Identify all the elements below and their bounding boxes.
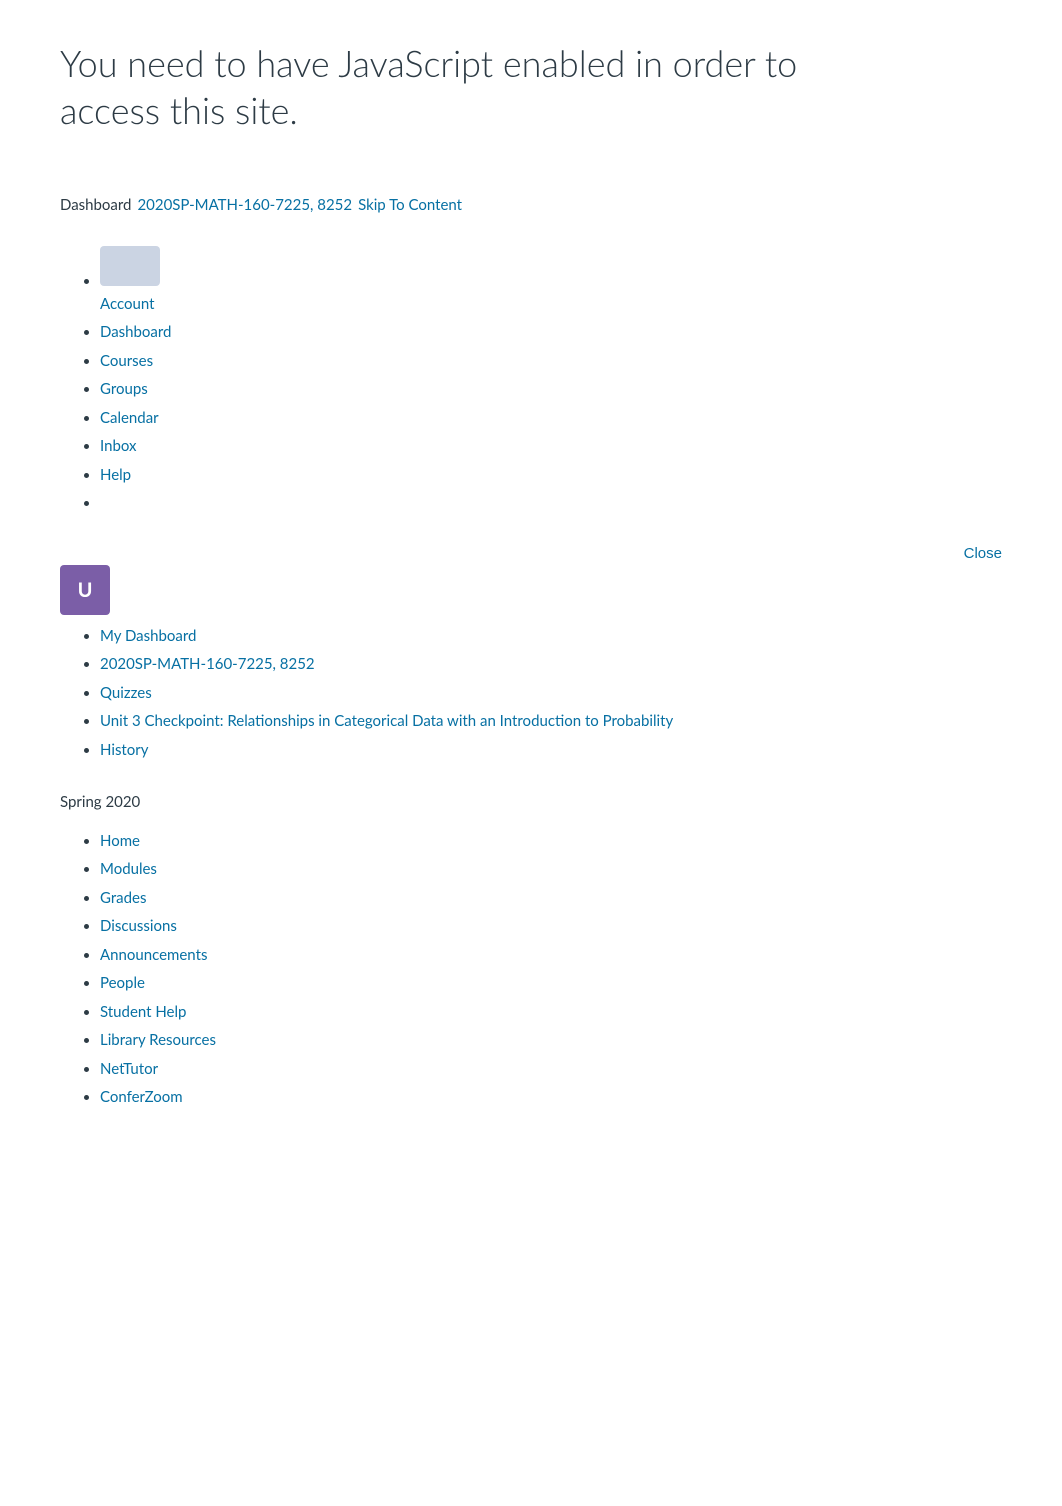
course-nav-item: People [100, 972, 1002, 995]
sidebar-nav-link[interactable]: Unit 3 Checkpoint: Relationships in Cate… [100, 712, 673, 730]
course-nav-list: Home Modules Grades Discussions Announcement… [60, 830, 1002, 1109]
course-nav-item: Grades [100, 887, 1002, 910]
account-avatar-item: Account [100, 246, 1002, 315]
course-term: Spring 2020 [60, 791, 1002, 814]
global-nav-link[interactable]: Courses [100, 352, 153, 370]
global-nav-list: Account Dashboard Courses Groups Calendar In… [60, 246, 1002, 515]
sidebar-nav-link[interactable]: 2020SP-MATH-160-7225, 8252 [100, 655, 315, 673]
global-nav: Account Dashboard Courses Groups Calendar In… [60, 246, 1002, 515]
sidebar-panel: Close U My Dashboard 2020SP-MATH-160-7225… [60, 545, 1002, 1135]
sidebar-nav-item: My Dashboard [100, 625, 1002, 648]
course-nav-link[interactable]: Library Resources [100, 1031, 216, 1049]
sidebar-nav-item: History [100, 739, 1002, 762]
main-content: You need to have JavaScript enabled in o… [0, 0, 1062, 1175]
global-nav-item: Courses [100, 350, 1002, 373]
close-button[interactable]: Close [964, 545, 1002, 562]
course-nav-link[interactable]: Grades [100, 889, 146, 907]
global-nav-link[interactable]: Help [100, 466, 131, 484]
course-nav-link[interactable]: Announcements [100, 946, 207, 964]
global-nav-item: Groups [100, 378, 1002, 401]
sidebar-nav-link[interactable]: Quizzes [100, 684, 152, 702]
global-nav-item: Inbox [100, 435, 1002, 458]
course-nav: Home Modules Grades Discussions Announcement… [60, 830, 1002, 1109]
course-section: Spring 2020 Home Modules Grades Discussions… [60, 791, 1002, 1109]
breadcrumb-skip-link[interactable]: Skip To Content [358, 194, 462, 217]
course-nav-item: Home [100, 830, 1002, 853]
course-nav-link[interactable]: Home [100, 832, 140, 850]
breadcrumb-course-link[interactable]: 2020SP-MATH-160-7225, 8252 [137, 194, 352, 217]
course-nav-link[interactable]: NetTutor [100, 1060, 158, 1078]
course-nav-item: Modules [100, 858, 1002, 881]
sidebar-nav-item: 2020SP-MATH-160-7225, 8252 [100, 653, 1002, 676]
global-nav-item: Help [100, 464, 1002, 487]
course-nav-link[interactable]: ConferZoom [100, 1088, 183, 1106]
global-nav-empty-item [100, 492, 1002, 515]
user-avatar: U [60, 565, 110, 615]
course-nav-item: Library Resources [100, 1029, 1002, 1052]
sidebar-nav-list: My Dashboard 2020SP-MATH-160-7225, 8252 Qu… [60, 625, 1002, 762]
course-nav-item: Student Help [100, 1001, 1002, 1024]
course-nav-item: Discussions [100, 915, 1002, 938]
course-nav-link[interactable]: Student Help [100, 1003, 186, 1021]
sidebar-nav-item: Unit 3 Checkpoint: Relationships in Cate… [100, 710, 1002, 733]
global-nav-item: Dashboard [100, 321, 1002, 344]
breadcrumb: Dashboard 2020SP-MATH-160-7225, 8252 Ski… [60, 194, 1002, 217]
sidebar-nav: My Dashboard 2020SP-MATH-160-7225, 8252 Qu… [60, 625, 1002, 762]
js-warning-heading: You need to have JavaScript enabled in o… [60, 40, 840, 134]
account-avatar [100, 246, 160, 286]
breadcrumb-dashboard-label: Dashboard [60, 194, 131, 217]
sidebar-nav-link[interactable]: My Dashboard [100, 627, 196, 645]
sidebar-nav-item: Quizzes [100, 682, 1002, 705]
course-nav-link[interactable]: People [100, 974, 145, 992]
global-nav-link[interactable]: Groups [100, 380, 148, 398]
global-nav-item: Calendar [100, 407, 1002, 430]
account-link[interactable]: Account [100, 295, 155, 313]
global-nav-link[interactable]: Dashboard [100, 323, 171, 341]
course-nav-item: Announcements [100, 944, 1002, 967]
global-nav-link[interactable]: Inbox [100, 437, 137, 455]
course-nav-item: NetTutor [100, 1058, 1002, 1081]
course-nav-item: ConferZoom [100, 1086, 1002, 1109]
course-nav-link[interactable]: Discussions [100, 917, 177, 935]
global-nav-link[interactable]: Calendar [100, 409, 159, 427]
sidebar-nav-link[interactable]: History [100, 741, 148, 759]
course-nav-link[interactable]: Modules [100, 860, 157, 878]
